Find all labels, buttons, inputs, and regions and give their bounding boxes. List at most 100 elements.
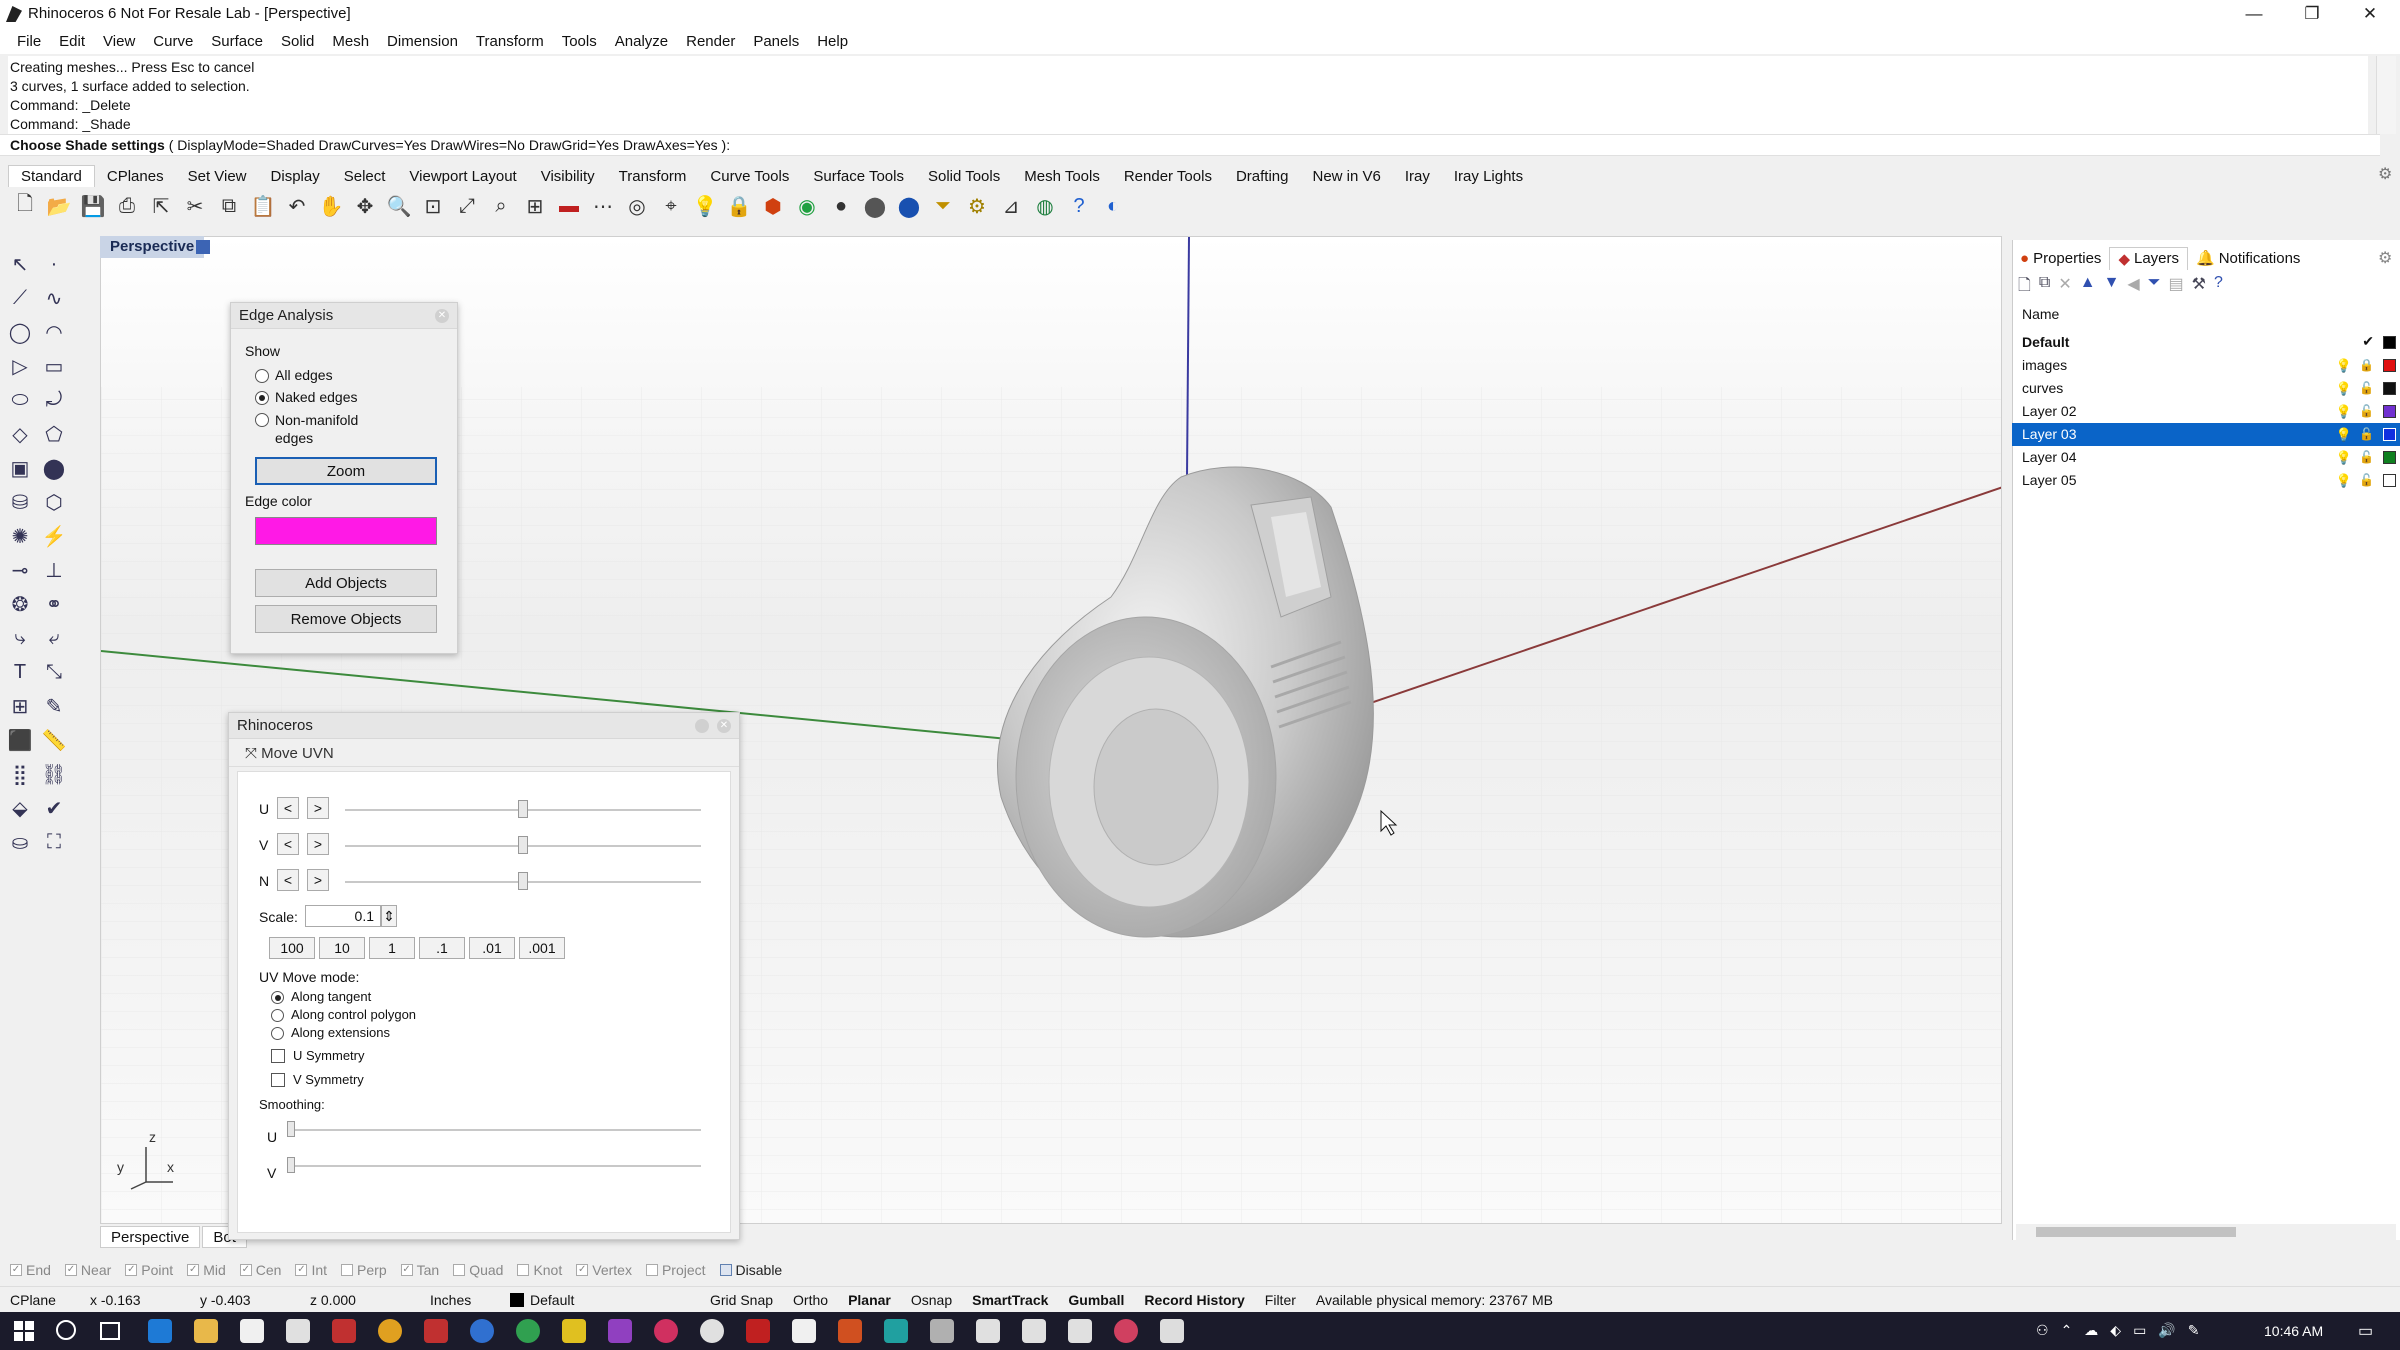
status-ortho[interactable]: Ortho [783,1292,838,1308]
non-manifold-edges-label[interactable]: Non-manifold edges [275,411,365,447]
tab-display[interactable]: Display [259,166,332,187]
notification-center-icon[interactable]: ▭ [2358,1321,2373,1341]
layer-color-swatch[interactable] [2383,359,2396,372]
menu-analyze[interactable]: Analyze [606,33,677,50]
viewport-layout-icon[interactable]: ⊞ [520,191,550,221]
status-osnap[interactable]: Osnap [901,1292,962,1308]
support-icon[interactable]: ◐ [1098,191,1128,221]
app-icon[interactable] [654,1319,678,1343]
n-increase-button[interactable]: > [307,869,329,891]
text-tool-icon[interactable]: T [4,656,36,688]
circle-icon[interactable]: ◯ [4,316,36,348]
car-icon[interactable]: ▬ [554,191,584,221]
tab-properties[interactable]: ● Properties [2012,248,2109,269]
loft-icon[interactable]: ⬠ [38,418,70,450]
point-icon[interactable]: · [38,248,70,280]
status-grid-snap[interactable]: Grid Snap [700,1292,783,1308]
search-icon[interactable] [56,1320,76,1340]
scale-spinner[interactable]: ⇕ [381,905,397,927]
status-layer[interactable]: Default [500,1292,700,1308]
tab-standard[interactable]: Standard [8,165,95,187]
solid-edit-icon[interactable]: ⬛ [4,724,36,756]
visibility-bulb-icon[interactable]: 💡 [2336,404,2352,420]
all-edges-radio[interactable] [255,369,269,383]
boolean-icon[interactable]: ⬤ [38,452,70,484]
visibility-bulb-icon[interactable]: 💡 [2336,427,2352,443]
pan-icon[interactable]: ✋ [316,191,346,221]
u-decrease-button[interactable]: < [277,797,299,819]
move-uvn-window-title-bar[interactable]: Rhinoceros ✕ [229,713,739,739]
print-icon[interactable]: ⎙ [112,191,142,221]
status-units[interactable]: Inches [420,1292,500,1308]
n-slider-thumb[interactable] [518,872,528,890]
move-parent-icon[interactable]: ◀ [2127,274,2139,298]
status-smarttrack[interactable]: SmartTrack [962,1292,1058,1308]
layer-color-swatch[interactable] [2383,336,2396,349]
command-prompt-options[interactable]: ( DisplayMode=Shaded DrawCurves=Yes Draw… [169,137,730,153]
tab-viewport-layout[interactable]: Viewport Layout [397,166,528,187]
copy-icon[interactable]: ⧉ [214,191,244,221]
edge-color-swatch[interactable] [255,517,437,545]
light-icon[interactable]: 💡 [690,191,720,221]
render-tool-icon[interactable]: ⛀ [4,826,36,858]
move-view-icon[interactable]: ✥ [350,191,380,221]
app-icon[interactable] [1068,1319,1092,1343]
app-icon[interactable] [516,1319,540,1343]
box-icon[interactable]: ▣ [4,452,36,484]
osnap-mid[interactable]: ✓ Mid [187,1262,226,1278]
app-icon[interactable] [838,1319,862,1343]
smoothing-v-slider-thumb[interactable] [287,1157,295,1173]
layer-color-swatch[interactable] [2383,405,2396,418]
new-file-icon[interactable]: 🗋 [10,191,40,221]
v-decrease-button[interactable]: < [277,833,299,855]
edge-browser-icon[interactable] [148,1319,172,1343]
restore-button[interactable]: ❐ [2282,0,2342,28]
shell-icon[interactable]: ⬙ [4,792,36,824]
zoom-selected-icon[interactable]: ⌕ [486,191,516,221]
chevron-up-icon[interactable]: ⌃ [2061,1322,2073,1342]
delete-layer-icon[interactable]: ✕ [2058,274,2071,298]
osnap-point[interactable]: ✓ Point [125,1262,173,1278]
grid-toggle-icon[interactable]: ⋯ [588,191,618,221]
visibility-bulb-icon[interactable]: 💡 [2336,381,2352,397]
toolbar-settings-icon[interactable]: ⚙ [2378,164,2392,184]
help-icon[interactable]: ? [1064,191,1094,221]
status-gumball[interactable]: Gumball [1058,1292,1134,1308]
scale-tool-icon[interactable]: ⤡ [38,656,70,688]
array-tool-icon[interactable]: ⊞ [4,690,36,722]
paste-icon[interactable]: 📋 [248,191,278,221]
v-increase-button[interactable]: > [307,833,329,855]
naked-edges-radio[interactable] [255,391,269,405]
layer-color-swatch[interactable] [2383,382,2396,395]
layer-color-swatch[interactable] [2383,451,2396,464]
menu-render[interactable]: Render [677,33,744,50]
osnap-disable[interactable]: Disable [719,1262,782,1278]
u-slider-thumb[interactable] [518,800,528,818]
edge-analysis-title-bar[interactable]: Edge Analysis ✕ [231,303,457,329]
layer-row-images[interactable]: images 💡 🔒 [2012,354,2400,377]
status-planar[interactable]: Planar [838,1292,901,1308]
status-filter[interactable]: Filter [1255,1292,1306,1308]
paint-icon[interactable]: ⛶ [38,826,70,858]
command-history-scrollbar[interactable] [2376,56,2396,134]
file-explorer-icon[interactable] [194,1319,218,1343]
arc-icon[interactable]: ◠ [38,316,70,348]
layer-color-swatch[interactable] [2383,474,2396,487]
menu-surface[interactable]: Surface [202,33,272,50]
save-icon[interactable]: 💾 [78,191,108,221]
app-icon[interactable] [470,1319,494,1343]
app-icon[interactable] [884,1319,908,1343]
lock-icon[interactable]: 🔓 [2359,404,2374,418]
windows-start-icon[interactable] [14,1321,34,1341]
tab-select[interactable]: Select [332,166,398,187]
light-bulb-tool-icon[interactable]: ✺ [4,520,36,552]
globe-icon[interactable]: ◍ [1030,191,1060,221]
check-icon[interactable]: ✔ [38,792,70,824]
scrollbar-thumb[interactable] [2036,1227,2236,1237]
menu-tools[interactable]: Tools [553,33,606,50]
smoothing-u-slider-track[interactable] [287,1129,701,1131]
n-decrease-button[interactable]: < [277,869,299,891]
layer-row-layer-05[interactable]: Layer 05 💡 🔓 [2012,469,2400,492]
menu-curve[interactable]: Curve [144,33,202,50]
menu-view[interactable]: View [94,33,144,50]
